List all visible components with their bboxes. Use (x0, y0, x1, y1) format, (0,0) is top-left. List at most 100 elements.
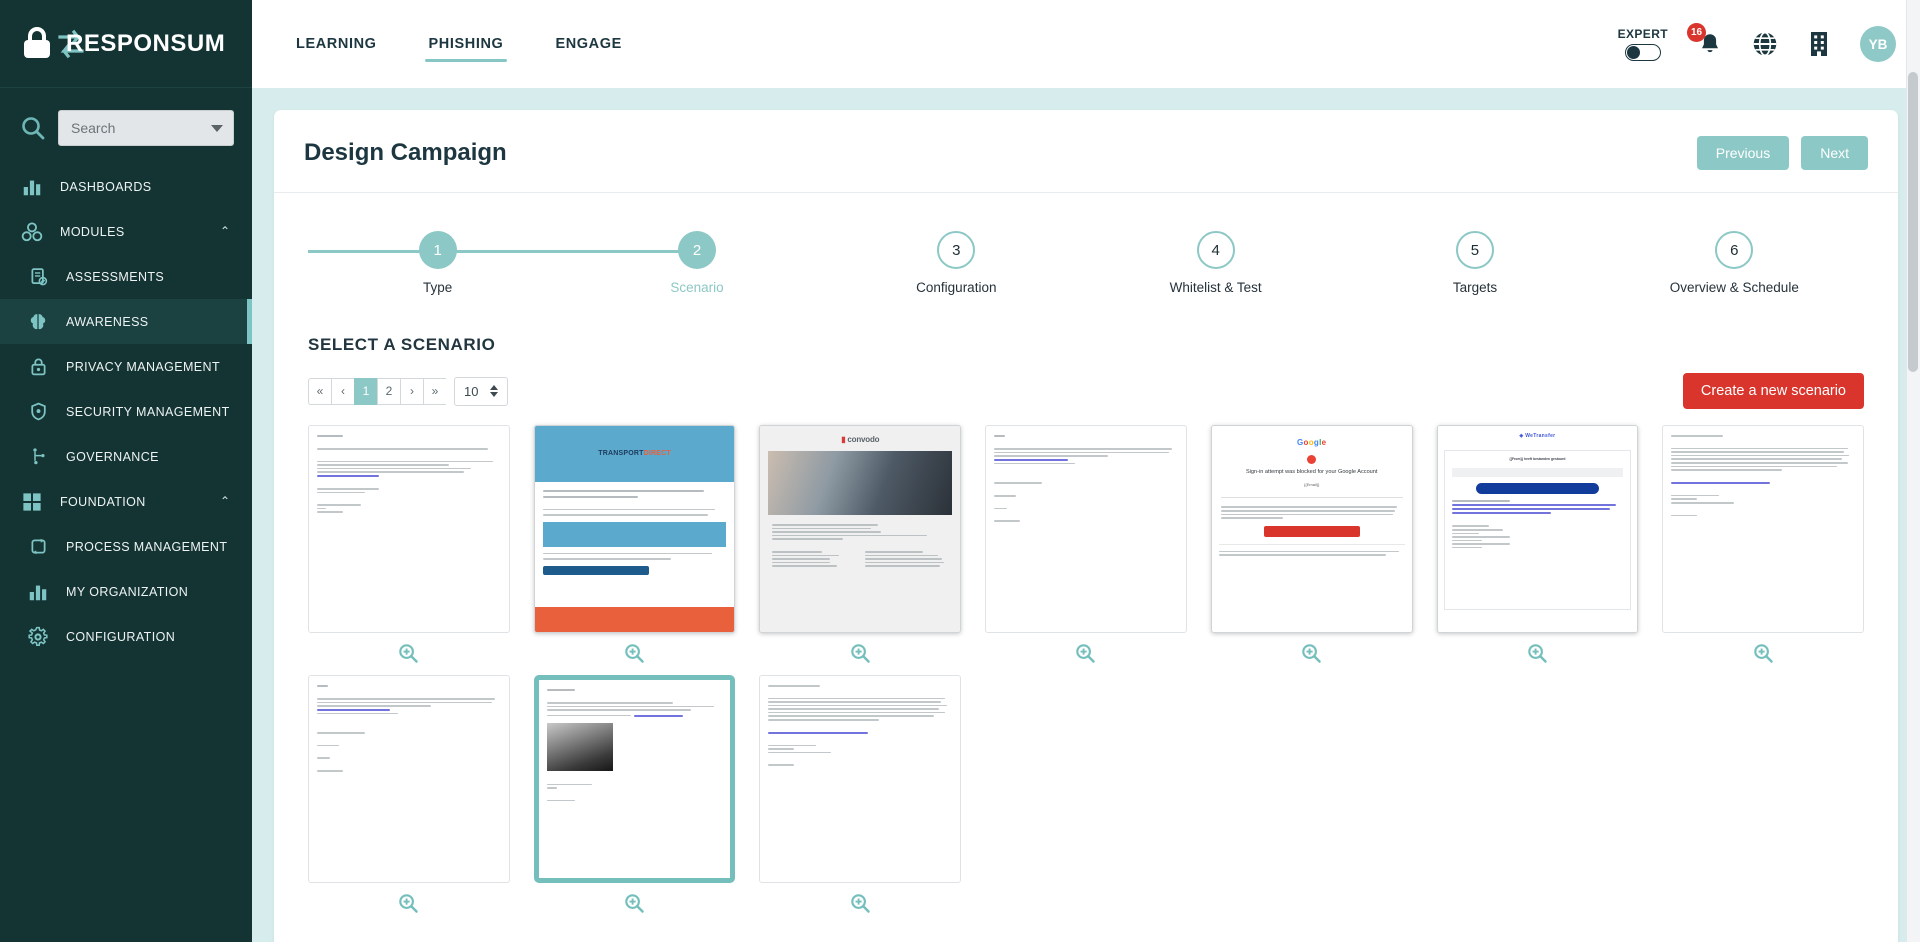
scenario-toolbar: «‹ 1 2 ›» 10 Create a new scenario (274, 355, 1898, 409)
sidebar-item-configuration[interactable]: CONFIGURATION (0, 614, 252, 659)
zoom-in-icon[interactable] (850, 893, 871, 919)
pagination-prev[interactable]: ‹ (331, 377, 354, 405)
expert-label: EXPERT (1617, 27, 1668, 41)
sidebar-item-modules[interactable]: MODULES ⌃ (0, 209, 252, 254)
expert-switch[interactable] (1624, 44, 1661, 61)
sidebar: RESPONSUM Search DASHBOARDS MODULES ⌃ ASSES… (0, 0, 252, 942)
scenario-grid: TRANSPORTDIRECT ▮ convodo Google Sign-in at… (274, 409, 1898, 942)
zoom-in-icon[interactable] (1301, 643, 1322, 669)
scenario-thumbnail[interactable] (308, 674, 510, 883)
scenario-thumbnail[interactable]: TRANSPORTDIRECT (533, 425, 736, 633)
bar-chart-icon (26, 580, 50, 604)
scenario-thumbnail[interactable] (533, 674, 736, 883)
scenario-thumbnail[interactable]: ▮ convodo (759, 425, 962, 633)
sidebar-item-label: GOVERNANCE (66, 449, 159, 464)
section-title: SELECT A SCENARIO (308, 335, 496, 354)
sidebar-item-security-management[interactable]: SECURITY MANAGEMENT (0, 389, 252, 434)
scenario-thumbnail[interactable]: Google Sign-in attempt was blocked for yo… (1210, 425, 1413, 633)
avatar[interactable]: YB (1860, 26, 1896, 62)
step-circle[interactable]: 4 (1196, 231, 1235, 269)
step-4[interactable]: 4 Whitelist & Test (1086, 231, 1345, 295)
language-button[interactable] (1752, 31, 1778, 57)
chevron-up-icon[interactable]: ⌃ (220, 224, 230, 238)
step-circle[interactable]: 2 (677, 231, 716, 269)
zoom-in-icon[interactable] (398, 643, 419, 669)
notifications-button[interactable]: 16 (1687, 22, 1722, 57)
scenario-thumbnail[interactable] (759, 674, 962, 883)
tab-engage[interactable]: ENGAGE (529, 0, 647, 88)
modules-icon (20, 220, 44, 244)
scrollbar-thumb[interactable] (1908, 72, 1918, 372)
sidebar-item-foundation[interactable]: FOUNDATION ⌃ (0, 479, 252, 524)
zoom-in-icon[interactable] (1527, 643, 1548, 669)
sidebar-item-assessments[interactable]: ASSESSMENTS (0, 254, 252, 299)
pagination-first[interactable]: « (308, 377, 331, 405)
tab-label: ENGAGE (555, 36, 622, 52)
scenario-thumbnail[interactable]: ◈ WeTransfer {{From}} heeft bestanden ges… (1436, 425, 1639, 633)
tab-label: PHISHING (428, 36, 504, 52)
pagination-page-1[interactable]: 1 (354, 377, 377, 405)
step-connector (437, 250, 568, 253)
sidebar-item-label: PROCESS MANAGEMENT (66, 539, 228, 554)
organization-button[interactable] (1808, 31, 1830, 57)
chevron-down-icon[interactable] (211, 124, 223, 132)
scenario-thumbnail[interactable] (985, 425, 1187, 633)
step-label: Type (423, 280, 453, 295)
page-title: Design Campaign (304, 139, 507, 166)
pagination-page-2[interactable]: 2 (377, 377, 400, 405)
sidebar-item-privacy-management[interactable]: PRIVACY MANAGEMENT (0, 344, 252, 389)
step-2[interactable]: 2 Scenario (567, 231, 826, 295)
step-label: Overview & Schedule (1669, 280, 1799, 295)
search-input[interactable]: Search (58, 110, 234, 146)
clipboard-check-icon (26, 265, 50, 289)
sidebar-item-awareness[interactable]: AWARENESS (0, 299, 252, 344)
pagination-last last[interactable]: » (423, 377, 446, 405)
sidebar-item-dashboards[interactable]: DASHBOARDS (0, 164, 252, 209)
step-1[interactable]: 1 Type (308, 231, 568, 295)
sidebar-item-process-management[interactable]: PROCESS MANAGEMENT (0, 524, 252, 569)
brain-icon (26, 310, 50, 334)
next-button[interactable]: Next (1801, 136, 1868, 170)
design-campaign-panel: Design Campaign Previous Next 1 Type 2 Scen… (274, 110, 1898, 942)
sidebar-item-label: MODULES (60, 224, 125, 239)
building-icon (1811, 32, 1827, 56)
page-size-select[interactable]: 10 (454, 376, 509, 406)
previous-button[interactable]: Previous (1696, 136, 1790, 170)
chevron-up-icon[interactable]: ⌃ (220, 494, 230, 508)
zoom-in-icon[interactable] (624, 893, 645, 919)
tab-learning[interactable]: LEARNING (270, 0, 403, 88)
zoom-in-icon[interactable] (850, 643, 871, 669)
scenario-cell (985, 425, 1187, 669)
vertical-scrollbar[interactable] (1906, 0, 1920, 942)
tab-phishing[interactable]: PHISHING (403, 0, 530, 88)
step-circle[interactable]: 6 (1715, 231, 1754, 269)
create-scenario-button[interactable]: Create a new scenario (1682, 373, 1864, 409)
pagination-next[interactable]: › (400, 377, 423, 405)
top-bar-actions: EXPERT 16 YB (1618, 22, 1896, 62)
scenario-cell (308, 425, 510, 669)
sidebar-item-governance[interactable]: GOVERNANCE (0, 434, 252, 479)
stepper-arrows-icon (490, 385, 499, 397)
expert-mode-toggle[interactable]: EXPERT (1618, 27, 1668, 61)
step-3[interactable]: 3 Configuration (827, 231, 1086, 295)
step-circle[interactable]: 3 (937, 231, 976, 269)
lock-icon (22, 26, 52, 61)
padlock-icon (26, 355, 50, 379)
zoom-in-icon[interactable] (624, 643, 645, 669)
search-placeholder: Search (71, 120, 116, 136)
scenario-cell (759, 674, 962, 919)
step-5[interactable]: 5 Targets (1345, 231, 1604, 295)
top-bar: LEARNING PHISHING ENGAGE EXPERT 16 YB (252, 0, 1920, 88)
sidebar-item-my-organization[interactable]: MY ORGANIZATION (0, 569, 252, 614)
step-number: 3 (952, 241, 961, 259)
sidebar-search[interactable]: Search (0, 88, 252, 164)
zoom-in-icon[interactable] (1075, 643, 1096, 669)
brand-logo[interactable]: RESPONSUM (0, 0, 252, 88)
zoom-in-icon[interactable] (1753, 643, 1774, 669)
step-circle[interactable]: 1 (418, 231, 457, 269)
step-6[interactable]: 6 Overview & Schedule (1605, 231, 1864, 295)
scenario-thumbnail[interactable] (1662, 425, 1864, 633)
scenario-thumbnail[interactable] (308, 425, 510, 633)
step-circle[interactable]: 5 (1455, 231, 1494, 269)
zoom-in-icon[interactable] (398, 893, 419, 919)
